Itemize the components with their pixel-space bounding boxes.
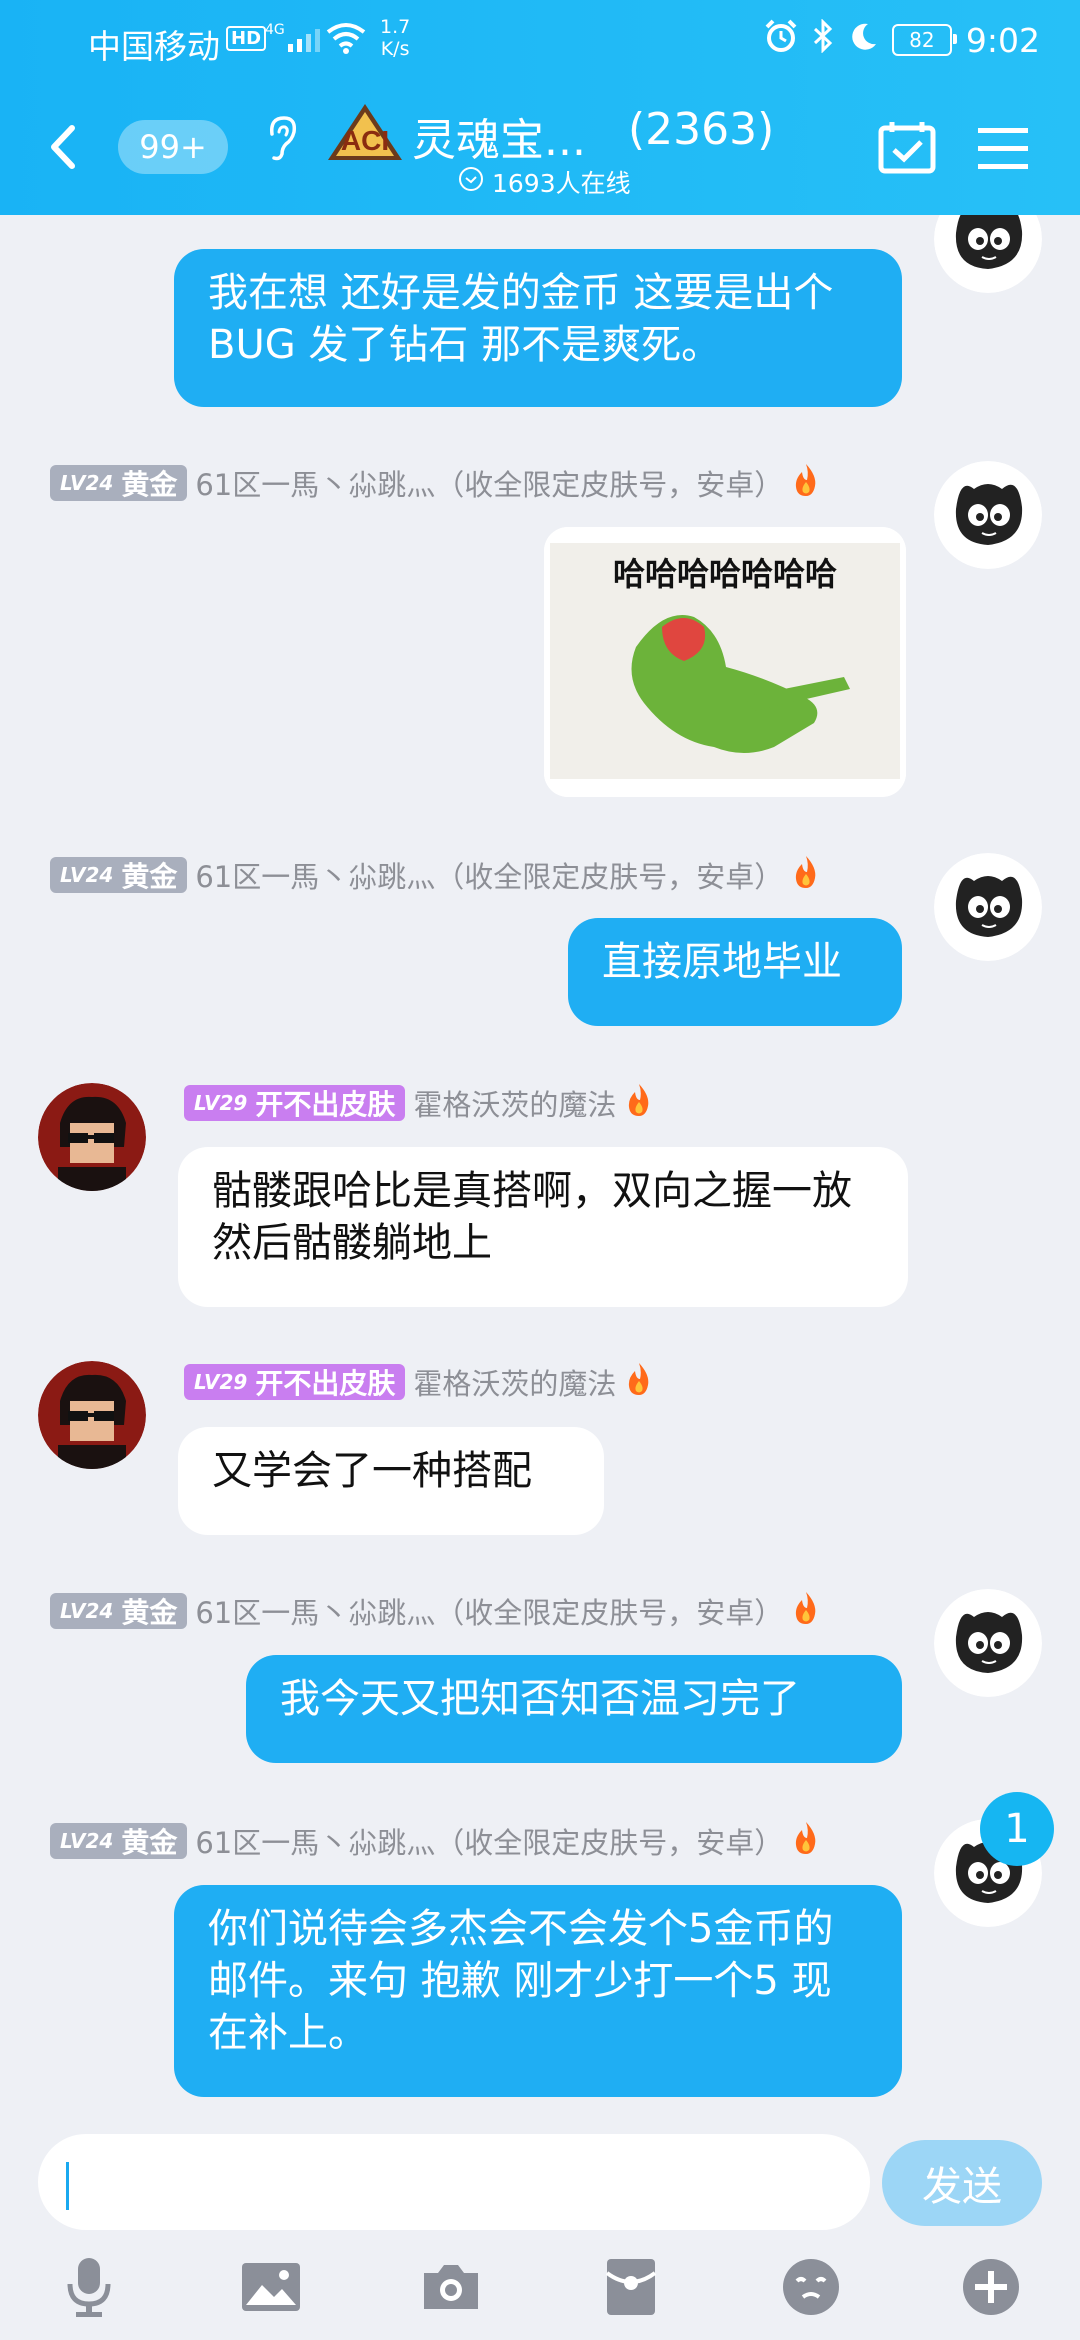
- send-button[interactable]: 发送: [882, 2140, 1042, 2226]
- fire-icon: [791, 462, 821, 505]
- level-tag: LV29 开不出皮肤: [184, 1364, 406, 1400]
- sender-name[interactable]: 霍格沃茨的魔法: [413, 1082, 616, 1124]
- level-label: LV24: [60, 1599, 114, 1623]
- level-label: LV29: [194, 1091, 248, 1115]
- top-bar: 中国移动 HD 4G 1.7 K/s 82 9:02 99+ ACI 灵魂宝..…: [0, 0, 1080, 215]
- sender-name[interactable]: 霍格沃茨的魔法: [413, 1361, 616, 1403]
- earpiece-mode-icon[interactable]: [262, 112, 302, 166]
- member-count: (2363): [628, 104, 775, 155]
- carrier-name: 中国移动: [88, 27, 220, 66]
- image-message[interactable]: 哈哈哈哈哈哈哈: [544, 527, 906, 797]
- image-icon[interactable]: [236, 2252, 306, 2322]
- check-circle-icon: [458, 166, 484, 198]
- message-list[interactable]: 我在想 还好是发的金币 这要是出个BUG 发了钻石 那不是爽死。 LV24 黄金 …: [0, 215, 1080, 2130]
- level-tag: LV24 黄金: [50, 857, 188, 893]
- level-tag: LV29 开不出皮肤: [184, 1085, 406, 1121]
- title-tag: 黄金: [121, 860, 178, 893]
- fire-icon: [624, 1361, 654, 1404]
- sender-meta: LV29 开不出皮肤 霍格沃茨的魔法: [184, 1083, 654, 1123]
- message-input[interactable]: [38, 2134, 870, 2230]
- plus-icon[interactable]: [956, 2252, 1026, 2322]
- battery-indicator: 82: [891, 24, 957, 56]
- logo-text: ACI: [341, 125, 389, 156]
- title-tag: 开不出皮肤: [255, 1367, 396, 1400]
- network-type: 4G: [265, 22, 285, 38]
- level-label: LV29: [194, 1370, 248, 1394]
- text-cursor: [66, 2162, 69, 2210]
- avatar[interactable]: [934, 461, 1042, 569]
- microphone-icon[interactable]: [54, 2252, 124, 2322]
- emoji-icon[interactable]: [776, 2252, 846, 2322]
- message-bubble[interactable]: 又学会了一种搭配: [178, 1427, 604, 1535]
- level-tag: LV24 黄金: [50, 1823, 188, 1859]
- sender-meta: LV24 黄金 61区一馬丶尛跳灬（收全限定皮肤号，安卓）: [50, 1591, 821, 1631]
- sender-name[interactable]: 61区一馬丶尛跳灬（收全限定皮肤号，安卓）: [195, 1820, 783, 1862]
- wifi-icon: [326, 22, 366, 58]
- message-bubble[interactable]: 骷髅跟哈比是真搭啊，双向之握一放然后骷髅躺地上: [178, 1147, 908, 1307]
- message-bubble[interactable]: 我在想 还好是发的金币 这要是出个BUG 发了钻石 那不是爽死。: [174, 249, 902, 407]
- status-right: 82 9:02: [764, 18, 1040, 62]
- sender-name[interactable]: 61区一馬丶尛跳灬（收全限定皮肤号，安卓）: [195, 462, 783, 504]
- sender-meta: LV24 黄金 61区一馬丶尛跳灬（收全限定皮肤号，安卓）: [50, 1821, 821, 1861]
- clock: 9:02: [965, 20, 1040, 60]
- avatar[interactable]: [934, 215, 1042, 293]
- message-bubble[interactable]: 我今天又把知否知否温习完了: [246, 1655, 902, 1763]
- fire-icon: [791, 1590, 821, 1633]
- sender-name[interactable]: 61区一馬丶尛跳灬（收全限定皮肤号，安卓）: [195, 854, 783, 896]
- status-bar: 中国移动 HD 4G 1.7 K/s 82 9:02: [0, 0, 1080, 82]
- image-caption: 哈哈哈哈哈哈哈: [612, 555, 837, 593]
- camera-icon[interactable]: [416, 2252, 486, 2322]
- title-tag: 黄金: [121, 1826, 178, 1859]
- back-icon[interactable]: [44, 122, 84, 172]
- new-message-badge[interactable]: 1: [980, 1792, 1054, 1866]
- title-tag: 开不出皮肤: [255, 1088, 396, 1121]
- avatar[interactable]: [934, 1589, 1042, 1697]
- hd-indicator: HD: [226, 26, 267, 51]
- calendar-check-icon[interactable]: [878, 120, 936, 178]
- speed-unit: K/s: [380, 38, 410, 60]
- level-tag: LV24 黄金: [50, 1593, 188, 1629]
- chat-header: 99+ ACI 灵魂宝... (2363) 1693人在线: [0, 82, 1080, 215]
- network-speed: 1.7 K/s: [380, 16, 410, 60]
- avatar[interactable]: [38, 1361, 146, 1469]
- red-packet-icon[interactable]: [596, 2252, 666, 2322]
- input-toolbar: [0, 2252, 1080, 2332]
- group-name[interactable]: 灵魂宝...: [412, 104, 586, 168]
- speed-value: 1.7: [380, 16, 411, 38]
- menu-icon[interactable]: [978, 126, 1028, 174]
- bluetooth-icon: [812, 18, 834, 61]
- level-tag: LV24 黄金: [50, 465, 188, 501]
- signal-icon: [288, 28, 322, 56]
- message-bubble[interactable]: 直接原地毕业: [568, 918, 902, 1026]
- title-tag: 黄金: [121, 1596, 178, 1629]
- avatar[interactable]: [934, 853, 1042, 961]
- message-bubble[interactable]: 你们说待会多杰会不会发个5金币的邮件。来句 抱歉 刚才少打一个5 现在补上。: [174, 1885, 902, 2097]
- level-label: LV24: [60, 471, 114, 495]
- sender-meta: LV24 黄金 61区一馬丶尛跳灬（收全限定皮肤号，安卓）: [50, 463, 821, 503]
- fire-icon: [791, 854, 821, 897]
- level-label: LV24: [60, 863, 114, 887]
- sender-meta: LV24 黄金 61区一馬丶尛跳灬（收全限定皮肤号，安卓）: [50, 855, 821, 895]
- sender-meta: LV29 开不出皮肤 霍格沃茨的魔法: [184, 1362, 654, 1402]
- fire-icon: [791, 1820, 821, 1863]
- alarm-icon: [764, 19, 798, 61]
- group-avatar-logo: ACI: [322, 100, 408, 164]
- unread-count-badge[interactable]: 99+: [118, 120, 228, 174]
- input-area: 发送: [0, 2130, 1080, 2340]
- sender-name[interactable]: 61区一馬丶尛跳灬（收全限定皮肤号，安卓）: [195, 1590, 783, 1632]
- avatar[interactable]: [38, 1083, 146, 1191]
- title-tag: 黄金: [121, 468, 178, 501]
- online-count: 1693人在线: [492, 169, 631, 198]
- fire-icon: [624, 1082, 654, 1125]
- level-label: LV24: [60, 1829, 114, 1853]
- online-status: 1693人在线: [458, 164, 631, 200]
- moon-icon: [848, 21, 878, 60]
